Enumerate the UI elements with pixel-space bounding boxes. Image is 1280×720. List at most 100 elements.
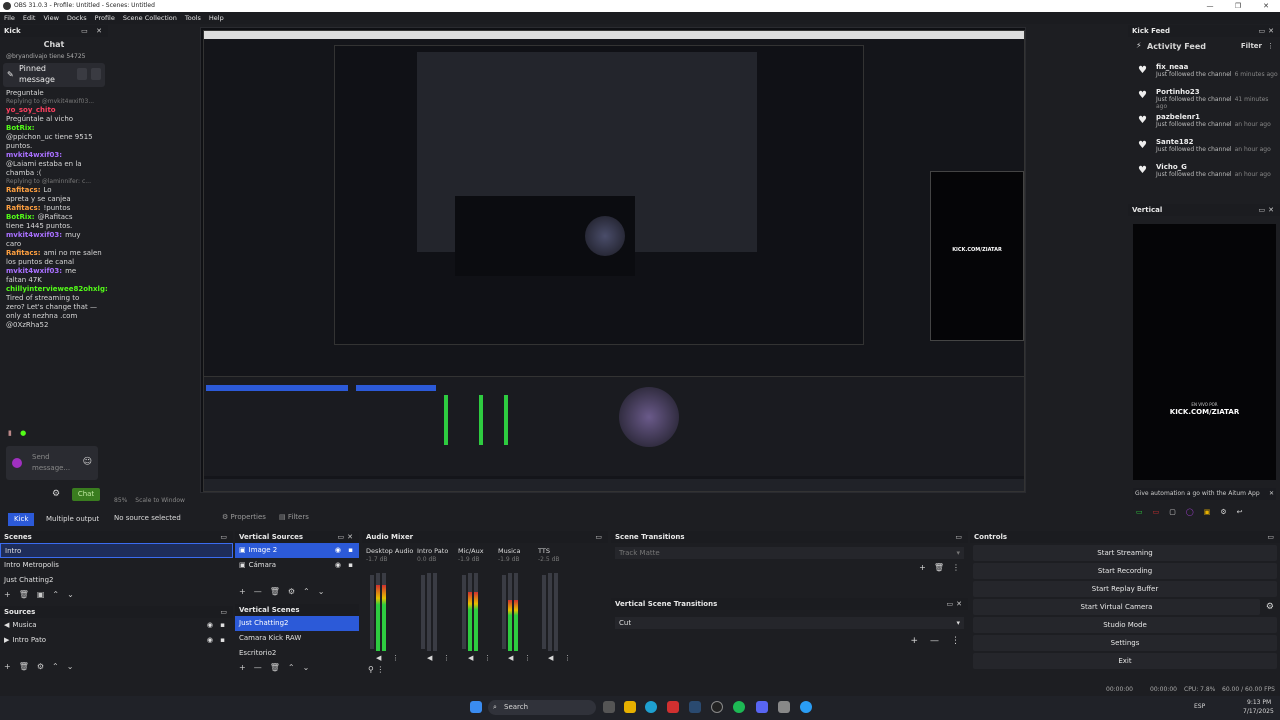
- spotify-icon[interactable]: [733, 701, 745, 713]
- scene-transitions-controls[interactable]: ▭: [955, 531, 965, 543]
- transition-select[interactable]: Track Matte ▾: [615, 547, 964, 559]
- add-source-button[interactable]: +: [4, 662, 11, 671]
- vscene-delete-button[interactable]: 🗑: [270, 663, 280, 672]
- vpause-icon[interactable]: ▣: [1204, 508, 1211, 516]
- channel-menu-icon[interactable]: ⋮: [524, 654, 531, 662]
- explorer-icon[interactable]: [624, 701, 636, 713]
- scenes-dock-controls[interactable]: ▭: [220, 531, 230, 543]
- add-vtransition-button[interactable]: +: [910, 636, 918, 646]
- send-message-input[interactable]: Send message...: [32, 452, 72, 474]
- mixer-link-icon[interactable]: ⚲ ⋮: [368, 665, 384, 674]
- vsettings-icon[interactable]: ⚙: [1220, 508, 1226, 516]
- eye-icon[interactable]: ◉: [335, 543, 341, 558]
- mute-icon[interactable]: ◀: [427, 654, 432, 662]
- vsource-down-button[interactable]: ⌄: [318, 587, 325, 596]
- source-item[interactable]: ▶ Intro Pato ◉ ▪: [0, 633, 233, 648]
- remove-vtransition-button[interactable]: —: [930, 636, 939, 646]
- remove-transition-button[interactable]: 🗑: [934, 563, 944, 572]
- tab-multiple-output[interactable]: Multiple output: [40, 513, 105, 526]
- taskbar-search[interactable]: ⌕ Search: [488, 700, 596, 715]
- scene-item[interactable]: Intro Metropolis: [0, 558, 233, 573]
- clock-date[interactable]: 7/17/2025: [1243, 708, 1274, 715]
- volume-slider[interactable]: [370, 575, 374, 649]
- eye-icon[interactable]: ◉: [207, 633, 213, 648]
- start-streaming-button[interactable]: Start Streaming: [973, 545, 1277, 561]
- vertical-transitions-controls[interactable]: ▭✕: [947, 598, 965, 610]
- lock-icon[interactable]: ▪: [220, 633, 225, 648]
- add-scene-button[interactable]: +: [4, 590, 11, 599]
- vsource-up-button[interactable]: ⌃: [303, 587, 310, 596]
- menu-view[interactable]: View: [43, 14, 58, 22]
- menu-help[interactable]: Help: [209, 14, 224, 22]
- source-item[interactable]: ◀ Musica ◉ ▪: [0, 618, 233, 633]
- vertical-preview[interactable]: EN VIVO POR KICK.COM/ZIATAR: [1133, 224, 1276, 480]
- add-vsource-button[interactable]: +: [239, 587, 246, 596]
- vertical-dock-controls[interactable]: ▭✕: [1259, 204, 1277, 216]
- chat-username[interactable]: yo_soy_chito: [6, 106, 56, 114]
- channel-menu-icon[interactable]: ⋮: [484, 654, 491, 662]
- chat-username[interactable]: Rafitacs:: [6, 249, 41, 257]
- virtual-camera-settings-icon[interactable]: ⚙: [1266, 602, 1274, 612]
- send-message-box[interactable]: Send message... ☺: [6, 446, 98, 480]
- vertical-source-item[interactable]: ▣ Image 2 ◉ ▪: [235, 543, 359, 558]
- start-replay-buffer-button[interactable]: Start Replay Buffer: [973, 581, 1277, 597]
- steam-icon[interactable]: [689, 701, 701, 713]
- vscene-icon[interactable]: ◯: [1186, 508, 1194, 516]
- feed-item[interactable]: ♥ Sante182 Just followed the channel an hou…: [1128, 136, 1280, 161]
- mute-icon[interactable]: ◀: [548, 654, 553, 662]
- chat-username[interactable]: mvkit4wxif03:: [6, 151, 62, 159]
- add-transition-button[interactable]: +: [919, 563, 926, 572]
- move-up-button[interactable]: ⌃: [52, 590, 59, 599]
- channel-menu-icon[interactable]: ⋮: [564, 654, 571, 662]
- tab-kick[interactable]: Kick: [8, 513, 35, 526]
- chat-username[interactable]: BotRix:: [6, 213, 35, 221]
- store-icon[interactable]: [667, 701, 679, 713]
- menu-profile[interactable]: Profile: [95, 14, 115, 22]
- remove-vscene-button[interactable]: —: [254, 663, 262, 672]
- settings-button[interactable]: Settings: [973, 635, 1277, 651]
- close-icon[interactable]: ✕: [1252, 0, 1280, 12]
- start-recording-button[interactable]: Start Recording: [973, 563, 1277, 579]
- eye-icon[interactable]: ◉: [207, 618, 213, 633]
- vback-icon[interactable]: ↩: [1237, 508, 1243, 516]
- dock-controls[interactable]: ▭ ✕: [81, 25, 105, 37]
- kick-feed-controls[interactable]: ▭✕: [1259, 25, 1277, 37]
- maximize-icon[interactable]: ❐: [1224, 0, 1252, 12]
- studio-mode-button[interactable]: Studio Mode: [973, 617, 1277, 633]
- move-down-button[interactable]: ⌄: [67, 590, 74, 599]
- kick-icon[interactable]: ●: [20, 429, 26, 437]
- pinned-message[interactable]: ✎ Pinned message: [3, 63, 105, 87]
- vbackup-icon[interactable]: ▢: [1169, 508, 1176, 516]
- chrome-icon[interactable]: [800, 701, 812, 713]
- add-vscene-button[interactable]: +: [239, 663, 246, 672]
- source-up-button[interactable]: ⌃: [52, 662, 59, 671]
- mute-icon[interactable]: ◀: [468, 654, 473, 662]
- chat-settings-icon[interactable]: ⚙: [52, 489, 60, 499]
- volume-slider[interactable]: [542, 575, 546, 649]
- pinned-lock-icon[interactable]: [91, 68, 101, 80]
- channel-menu-icon[interactable]: ⋮: [392, 654, 399, 662]
- menu-tools[interactable]: Tools: [185, 14, 201, 22]
- source-down-button[interactable]: ⌄: [67, 662, 74, 671]
- scene-filters-button[interactable]: ▣: [37, 590, 45, 599]
- volume-slider[interactable]: [462, 575, 466, 649]
- vertical-sources-controls[interactable]: ▭✕: [338, 531, 356, 543]
- vscene-up-button[interactable]: ⌃: [288, 663, 295, 672]
- chat-username[interactable]: chillyinterviewee82ohxlg:: [6, 285, 108, 293]
- chat-username[interactable]: Rafitacs:: [6, 186, 41, 194]
- scene-item[interactable]: Intro: [0, 543, 233, 558]
- taskview-icon[interactable]: [603, 701, 615, 713]
- menu-edit[interactable]: Edit: [23, 14, 36, 22]
- vertical-scene-item[interactable]: Camara Kick RAW: [235, 631, 359, 646]
- properties-button[interactable]: ⚙ Properties: [222, 513, 266, 521]
- remove-source-button[interactable]: 🗑: [19, 662, 29, 671]
- volume-slider[interactable]: [421, 575, 425, 649]
- exit-button[interactable]: Exit: [973, 653, 1277, 669]
- chat-send-button[interactable]: Chat: [72, 488, 100, 501]
- audio-mixer-controls[interactable]: ▭: [595, 531, 605, 543]
- obs-taskbar-icon[interactable]: [711, 701, 723, 713]
- pinned-delete-icon[interactable]: [77, 68, 87, 80]
- chat-username[interactable]: mvkit4wxif03:: [6, 231, 62, 239]
- source-properties-button[interactable]: ⚙: [37, 662, 44, 671]
- filters-button[interactable]: ▤ Filters: [279, 513, 309, 521]
